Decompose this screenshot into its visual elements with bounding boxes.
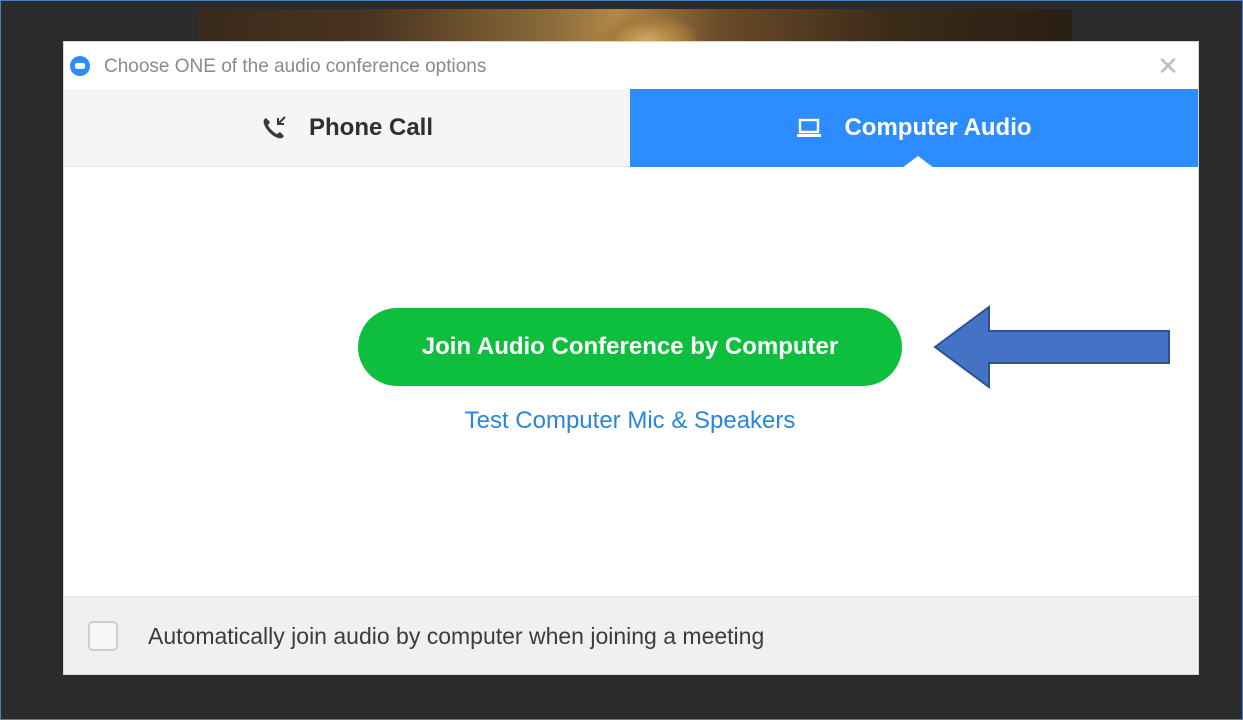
footer-bar: Automatically join audio by computer whe… [64,596,1198,674]
auto-join-checkbox[interactable] [88,621,118,651]
close-button[interactable]: ✕ [1154,52,1182,80]
auto-join-label: Automatically join audio by computer whe… [148,623,765,649]
phone-icon [263,115,286,138]
tab-computer-audio[interactable]: Computer Audio [630,89,1198,168]
zoom-logo-icon [70,56,90,76]
tab-phone-call[interactable]: Phone Call [64,89,630,167]
laptop-icon [797,118,822,137]
test-mic-speakers-link[interactable]: Test Computer Mic & Speakers [358,407,902,435]
annotation-arrow-icon [933,305,1170,389]
audio-tabs: Phone Call Computer Audio [64,89,1198,168]
title-bar: Choose ONE of the audio conference optio… [64,42,1198,89]
computer-audio-panel: Join Audio Conference by Computer Test C… [64,167,1198,596]
tab-phone-call-label: Phone Call [308,113,434,141]
audio-options-dialog: Choose ONE of the audio conference optio… [64,42,1198,674]
window-title: Choose ONE of the audio conference optio… [104,56,487,77]
tab-computer-audio-label: Computer Audio [844,114,1032,141]
join-audio-button[interactable]: Join Audio Conference by Computer [358,308,902,386]
